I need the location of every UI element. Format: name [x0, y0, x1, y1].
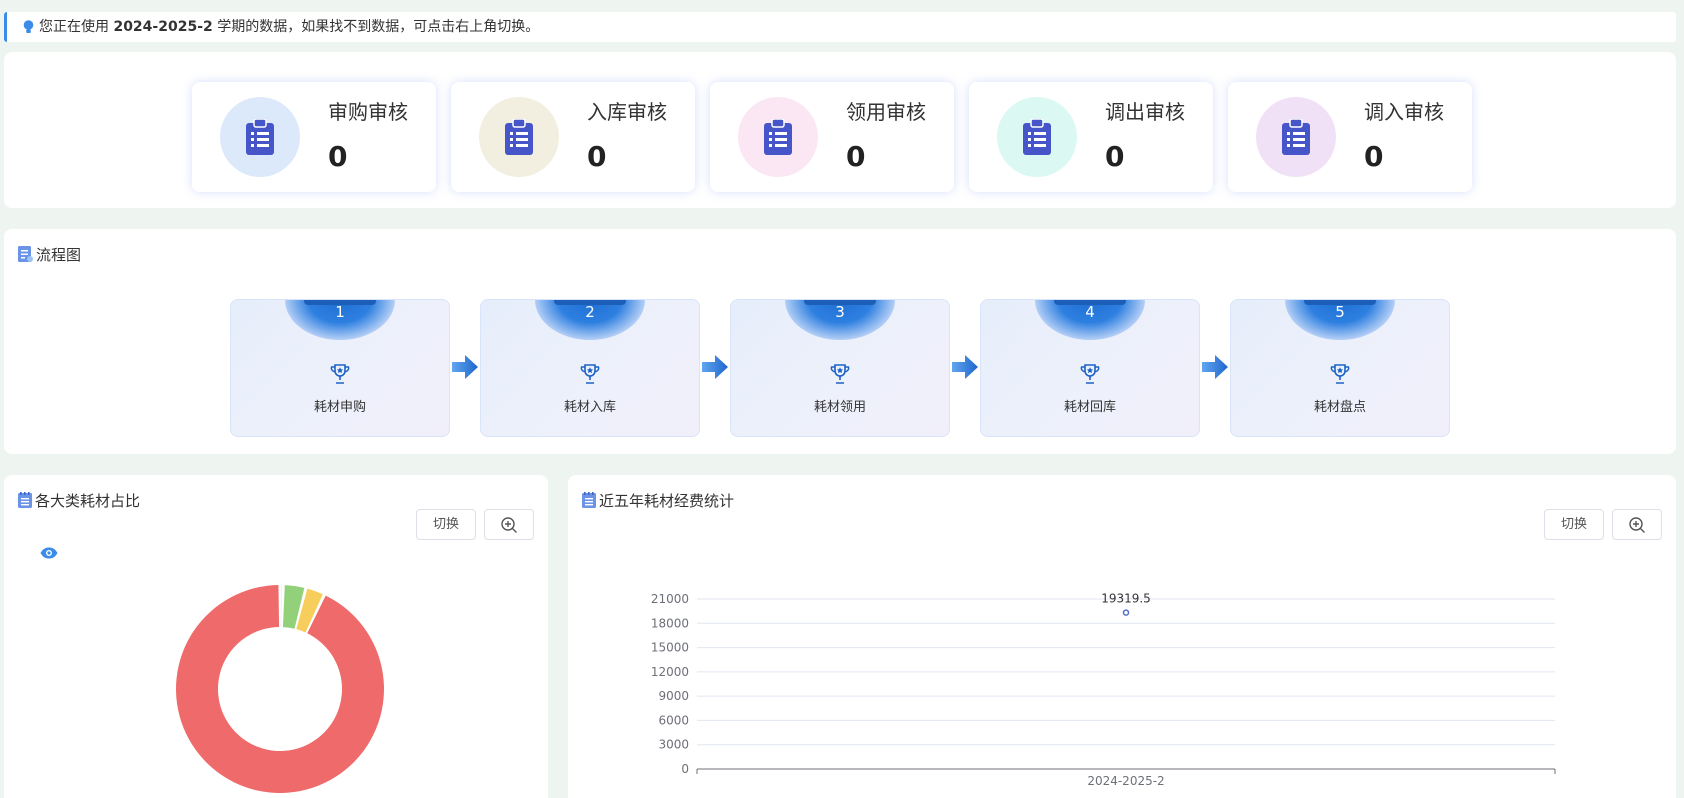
- audit-card-purchase[interactable]: 审购审核 0: [192, 82, 436, 192]
- y-tick-label: 21000: [651, 592, 689, 606]
- step-name: 耗材领用: [813, 400, 866, 415]
- flow-title: 流程图: [18, 244, 81, 265]
- trophy-icon: [1330, 364, 1350, 384]
- audit-count: 0: [846, 140, 866, 173]
- arrow-right-icon: [952, 355, 978, 379]
- audit-icon-circle: [220, 97, 300, 177]
- notice-semester: 2024-2025-2: [113, 19, 213, 35]
- step-name: 耗材盘点: [1313, 400, 1366, 415]
- flow-step-1[interactable]: 1 耗材申购: [230, 299, 450, 437]
- step-name: 耗材申购: [313, 400, 366, 415]
- step-number: 2: [585, 303, 595, 321]
- flow-step-5[interactable]: 5 耗材盘点: [1230, 299, 1450, 437]
- clipboard-icon: [1023, 119, 1051, 155]
- arrow-right-icon: [1202, 355, 1228, 379]
- arrow-right-icon: [452, 355, 478, 379]
- audit-label: 入库审核: [587, 100, 667, 124]
- notice-prefix: 您正在使用: [39, 19, 114, 35]
- y-tick-label: 0: [681, 762, 689, 776]
- audit-icon-circle: [1256, 97, 1336, 177]
- trophy-icon: [330, 364, 350, 384]
- donut-slice[interactable]: [280, 585, 282, 628]
- audit-label: 领用审核: [846, 100, 926, 124]
- donut-chart: [176, 585, 385, 793]
- audit-icon-circle: [997, 97, 1077, 177]
- flow-title-text: 流程图: [36, 246, 82, 264]
- step-number: 1: [335, 303, 345, 321]
- funding-stats-panel: 近五年耗材经费统计 切换 0 3000 6000 9000 12000 15000 1800…: [568, 475, 1676, 798]
- clipboard-icon: [1282, 119, 1310, 155]
- audit-count: 0: [328, 140, 348, 173]
- y-tick-label: 9000: [658, 689, 689, 703]
- step-name: 耗材回库: [1063, 400, 1116, 415]
- y-tick-label: 3000: [658, 738, 689, 752]
- audit-label: 调出审核: [1105, 100, 1185, 124]
- x-tick-label: 2024-2025-2: [1087, 774, 1164, 788]
- audit-card-transfer-out[interactable]: 调出审核 0: [969, 82, 1213, 192]
- flow-panel: 流程图 1 耗材申购 2 耗材入库 3 耗材领用 4 耗材回库 5 耗材盘点: [4, 229, 1676, 454]
- semester-notice: 您正在使用 2024-2025-2 学期的数据，如果找不到数据，可点击右上角切换…: [4, 12, 1676, 42]
- trophy-icon: [1080, 364, 1100, 384]
- step-number: 4: [1085, 303, 1095, 321]
- y-tick-label: 18000: [651, 616, 689, 630]
- clipboard-icon: [246, 119, 274, 155]
- y-tick-label: 15000: [651, 641, 689, 655]
- audit-count: 0: [1105, 140, 1125, 173]
- step-number: 5: [1335, 303, 1345, 321]
- funding-line-chart: 0 3000 6000 9000 12000 15000 18000 21000 2024-20…: [651, 592, 1556, 788]
- audit-panel: 审购审核 0 入库审核 0 领用审核 0 调出审核 0 调入审核 0: [4, 52, 1676, 208]
- y-tick-label: 12000: [651, 665, 689, 679]
- audit-icon-circle: [738, 97, 818, 177]
- flow-step-2[interactable]: 2 耗材入库: [480, 299, 700, 437]
- audit-card-requisition[interactable]: 领用审核 0: [710, 82, 954, 192]
- notice-suffix: 学期的数据，如果找不到数据，可点击右上角切换。: [212, 19, 540, 35]
- step-name: 耗材入库: [563, 400, 616, 415]
- flow-step-3[interactable]: 3 耗材领用: [730, 299, 950, 437]
- audit-label: 审购审核: [328, 100, 408, 124]
- audit-label: 调入审核: [1364, 100, 1444, 124]
- notice-text: 您正在使用 2024-2025-2 学期的数据，如果找不到数据，可点击右上角切换…: [39, 19, 539, 35]
- clipboard-icon: [764, 119, 792, 155]
- data-point[interactable]: [1122, 609, 1130, 616]
- step-number: 3: [835, 303, 845, 321]
- audit-count: 0: [1364, 140, 1384, 173]
- audit-count: 0: [587, 140, 607, 173]
- audit-card-stock-in[interactable]: 入库审核 0: [451, 82, 695, 192]
- audit-card-transfer-in[interactable]: 调入审核 0: [1228, 82, 1472, 192]
- trophy-icon: [830, 364, 850, 384]
- arrow-right-icon: [702, 355, 728, 379]
- flow-step-4[interactable]: 4 耗材回库: [980, 299, 1200, 437]
- document-icon: [18, 246, 33, 262]
- audit-icon-circle: [479, 97, 559, 177]
- data-label: 19319.5: [1101, 592, 1151, 606]
- trophy-icon: [580, 364, 600, 384]
- category-ratio-panel: 各大类耗材占比 切换: [4, 475, 548, 798]
- donut-slice[interactable]: [176, 585, 385, 793]
- clipboard-icon: [505, 119, 533, 155]
- bulb-icon: [23, 20, 34, 33]
- y-tick-label: 6000: [658, 713, 689, 727]
